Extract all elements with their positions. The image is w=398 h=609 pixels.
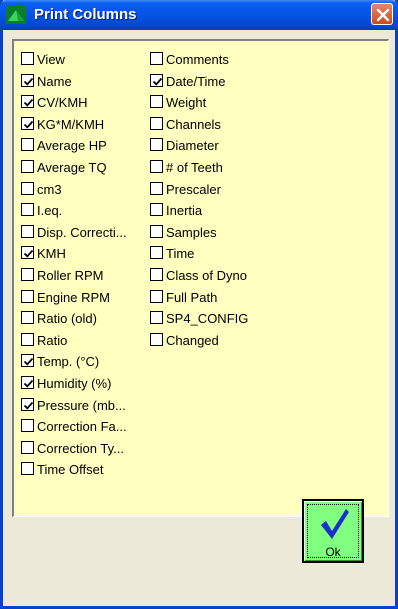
checkbox[interactable] bbox=[21, 267, 34, 281]
column-option-label: Full Path bbox=[166, 289, 218, 305]
column-option-label: I.eq. bbox=[37, 203, 63, 219]
column-option-label: Humidity (%) bbox=[37, 375, 112, 391]
checkbox[interactable] bbox=[150, 159, 163, 173]
checkbox[interactable] bbox=[150, 52, 163, 65]
column-option-label: Correction Fa... bbox=[37, 419, 127, 435]
window-title: Print Columns bbox=[34, 6, 137, 23]
checkbox[interactable] bbox=[21, 203, 34, 217]
column-option-label: Channels bbox=[166, 116, 221, 132]
checkbox[interactable] bbox=[21, 224, 34, 238]
column-option-label: Ratio (old) bbox=[37, 311, 97, 327]
column-option-label: CV/KMH bbox=[37, 95, 88, 111]
check-icon bbox=[152, 77, 163, 86]
column-option-label: Engine RPM bbox=[37, 289, 110, 305]
checkbox[interactable] bbox=[21, 354, 34, 368]
check-icon bbox=[23, 379, 34, 388]
print-columns-dialog: Print Columns View Name CV/KMH KG*M/KMH Aver… bbox=[0, 0, 398, 609]
column-option-label: Roller RPM bbox=[37, 267, 104, 283]
checkbox[interactable] bbox=[21, 181, 34, 195]
column-option-label: Comments bbox=[166, 52, 229, 67]
column-option-label: Disp. Correcti... bbox=[37, 224, 127, 240]
checkbox[interactable] bbox=[150, 289, 163, 303]
check-icon bbox=[23, 358, 34, 366]
column-option-label: Name bbox=[37, 73, 72, 89]
checkbox[interactable] bbox=[21, 52, 34, 65]
column-option-label: Class of Dyno bbox=[166, 267, 247, 283]
column-option-label: Correction Ty... bbox=[37, 440, 124, 456]
checkbox[interactable] bbox=[21, 73, 34, 87]
checkbox[interactable] bbox=[150, 224, 163, 238]
check-icon bbox=[23, 99, 34, 107]
column-option-label: Time bbox=[166, 246, 195, 262]
column-option-label: Samples bbox=[166, 224, 217, 240]
checkbox[interactable] bbox=[21, 440, 34, 454]
ok-button[interactable]: Ok bbox=[302, 499, 364, 563]
checkbox[interactable] bbox=[21, 332, 34, 346]
checkbox[interactable] bbox=[21, 462, 34, 476]
checkbox[interactable] bbox=[150, 181, 163, 195]
column-option-label: Prescaler bbox=[166, 181, 221, 197]
close-button[interactable] bbox=[371, 3, 393, 25]
column-option-label: Average TQ bbox=[37, 159, 107, 175]
column-option-label: Inertia bbox=[166, 203, 203, 219]
checkbox[interactable] bbox=[150, 267, 163, 281]
ok-label: Ok bbox=[325, 545, 341, 559]
checkbox[interactable] bbox=[21, 95, 34, 109]
checkbox[interactable] bbox=[21, 311, 34, 325]
column-option-label: KG*M/KMH bbox=[37, 116, 105, 132]
checkbox[interactable] bbox=[21, 138, 34, 152]
check-icon bbox=[23, 77, 34, 86]
column-option-label: Pressure (mb... bbox=[37, 397, 126, 413]
column-option-label: Time Offset bbox=[37, 462, 104, 478]
checkbox[interactable] bbox=[21, 397, 34, 411]
title-bar[interactable]: Print Columns bbox=[0, 0, 398, 30]
check-icon bbox=[23, 120, 34, 129]
checkmark-icon bbox=[318, 507, 350, 546]
app-icon bbox=[6, 6, 26, 24]
column-option-label: KMH bbox=[37, 246, 66, 262]
checkbox[interactable] bbox=[150, 332, 163, 346]
checkbox[interactable] bbox=[21, 375, 34, 389]
close-icon bbox=[376, 8, 390, 22]
checkbox[interactable] bbox=[150, 311, 163, 325]
columns-list: View Name CV/KMH KG*M/KMH Average HP Average … bbox=[12, 39, 389, 517]
checkbox[interactable] bbox=[21, 289, 34, 303]
column-option-label: Temp. (°C) bbox=[37, 354, 100, 370]
checkbox[interactable] bbox=[150, 116, 163, 130]
column-option-label: SP4_CONFIG bbox=[166, 311, 249, 327]
column-option-label: Date/Time bbox=[166, 73, 226, 89]
column-option-label: Weight bbox=[166, 95, 207, 111]
column-option-label: Diameter bbox=[166, 138, 219, 154]
column-option-label: # of Teeth bbox=[166, 159, 223, 175]
checkbox[interactable] bbox=[21, 159, 34, 173]
checkbox[interactable] bbox=[150, 203, 163, 217]
check-icon bbox=[23, 401, 34, 410]
column-option-label: View bbox=[37, 52, 65, 67]
checkbox[interactable] bbox=[150, 73, 163, 87]
check-icon bbox=[23, 250, 34, 258]
column-option-label: Ratio bbox=[37, 332, 68, 348]
column-option-label: cm3 bbox=[37, 181, 62, 197]
checkbox[interactable] bbox=[21, 116, 34, 130]
checkbox[interactable] bbox=[150, 138, 163, 152]
checkbox[interactable] bbox=[21, 246, 34, 260]
checkbox[interactable] bbox=[21, 419, 34, 433]
column-option-label: Average HP bbox=[37, 138, 107, 154]
column-option-label: Changed bbox=[166, 332, 219, 348]
checkbox[interactable] bbox=[150, 95, 163, 109]
checkbox[interactable] bbox=[150, 246, 163, 260]
